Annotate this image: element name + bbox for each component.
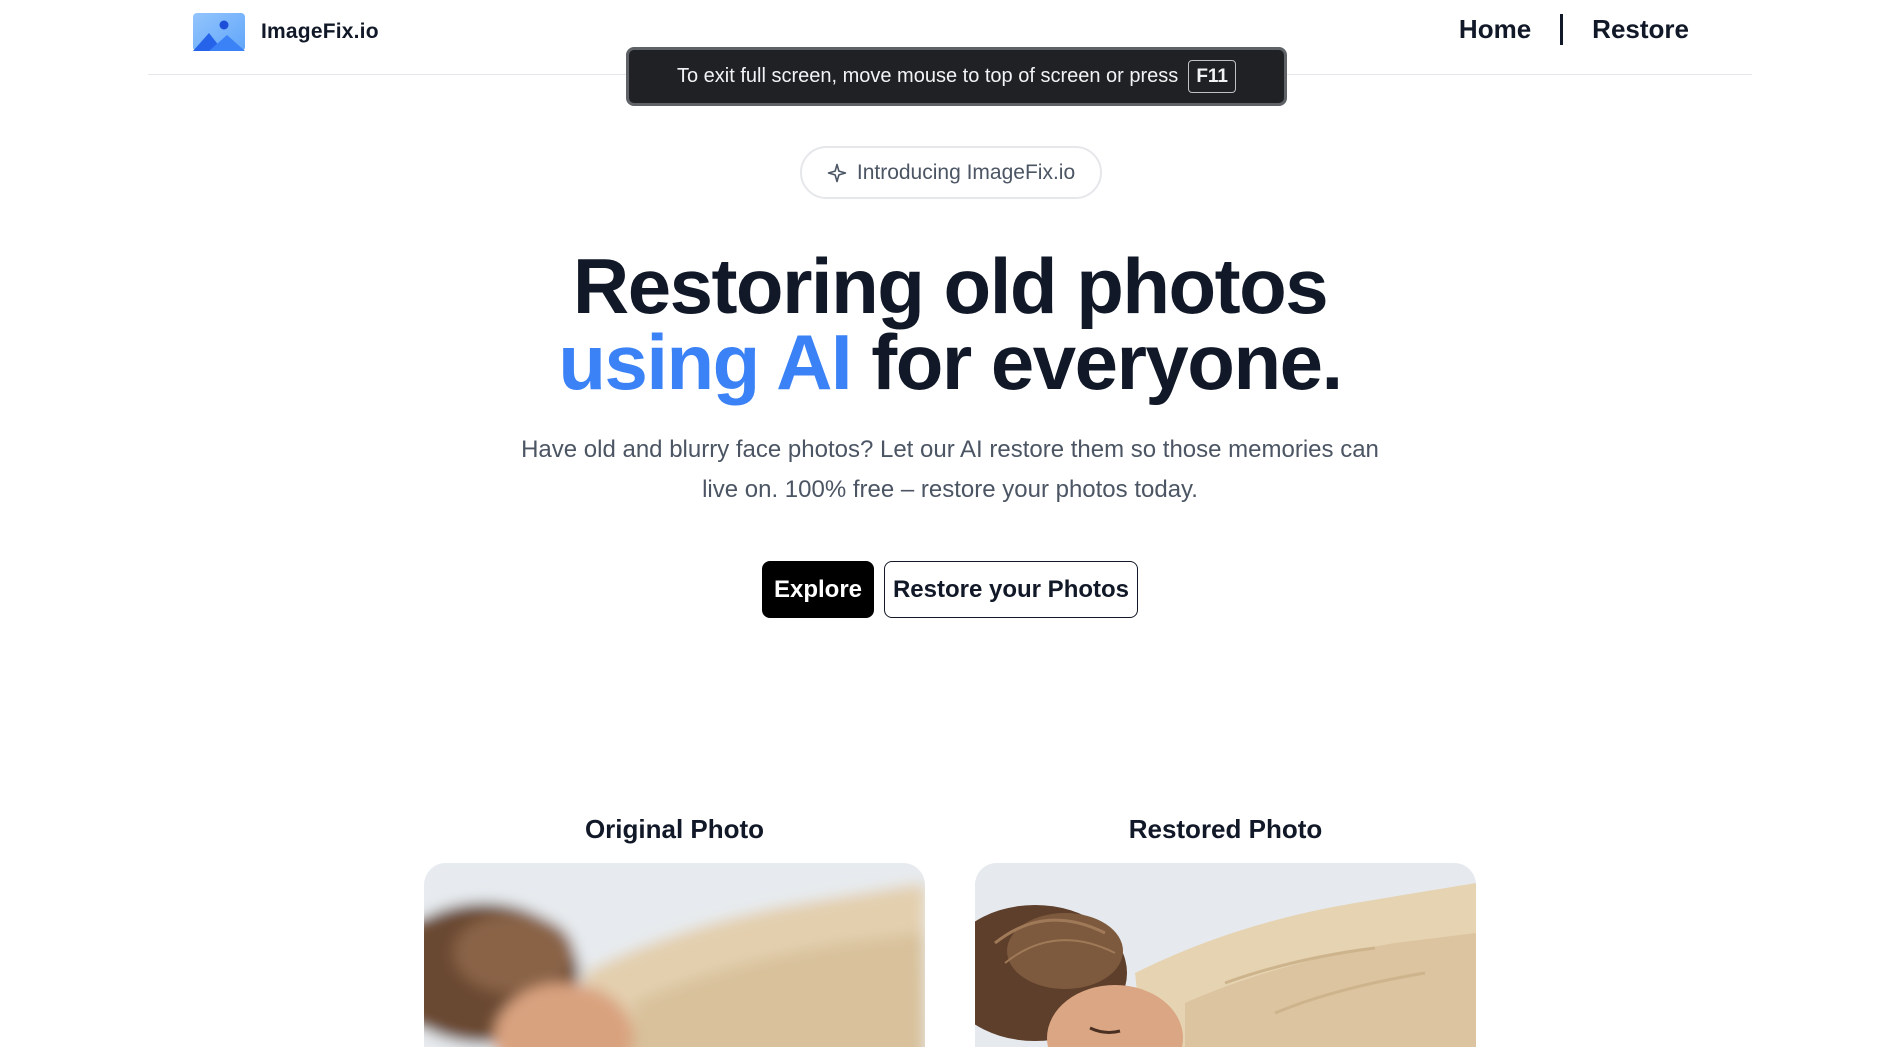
nav-home-link[interactable]: Home: [1459, 14, 1531, 45]
sparkle-icon: [827, 163, 847, 182]
restored-photo-label: Restored Photo: [1128, 814, 1323, 844]
restored-photo: [975, 863, 1476, 1047]
hero-title-rest: for everyone.: [871, 318, 1343, 406]
intro-pill-label: Introducing ImageFix.io: [856, 160, 1076, 184]
nav-divider: [1560, 14, 1564, 45]
image-landscape-icon: [193, 13, 245, 51]
hero-title-accent: using AI: [558, 318, 852, 406]
original-photo: [424, 863, 925, 1047]
intro-pill: Introducing ImageFix.io: [800, 146, 1102, 199]
original-photo-image: [424, 863, 925, 1047]
restored-photo-image: [975, 863, 1476, 1047]
nav-restore-link[interactable]: Restore: [1592, 14, 1689, 45]
hero-title-line1: Restoring old photos: [572, 242, 1329, 330]
fullscreen-toast-key: F11: [1188, 60, 1237, 93]
brand-link[interactable]: ImageFix.io: [193, 13, 379, 51]
hero-title: Restoring old photos using AI for everyo…: [0, 247, 1885, 401]
page: ImageFix.io Home Restore To exit full sc…: [0, 0, 1885, 1047]
fullscreen-exit-toast: To exit full screen, move mouse to top o…: [626, 47, 1287, 106]
main-nav: Home Restore: [1459, 14, 1689, 45]
fullscreen-toast-message: To exit full screen, move mouse to top o…: [676, 65, 1179, 87]
original-photo-label: Original Photo: [584, 814, 765, 844]
brand-name: ImageFix.io: [261, 20, 379, 43]
explore-button[interactable]: Explore: [762, 561, 874, 618]
hero-subtitle: Have old and blurry face photos? Let our…: [521, 436, 1379, 503]
restore-photos-button[interactable]: Restore your Photos: [884, 561, 1138, 618]
